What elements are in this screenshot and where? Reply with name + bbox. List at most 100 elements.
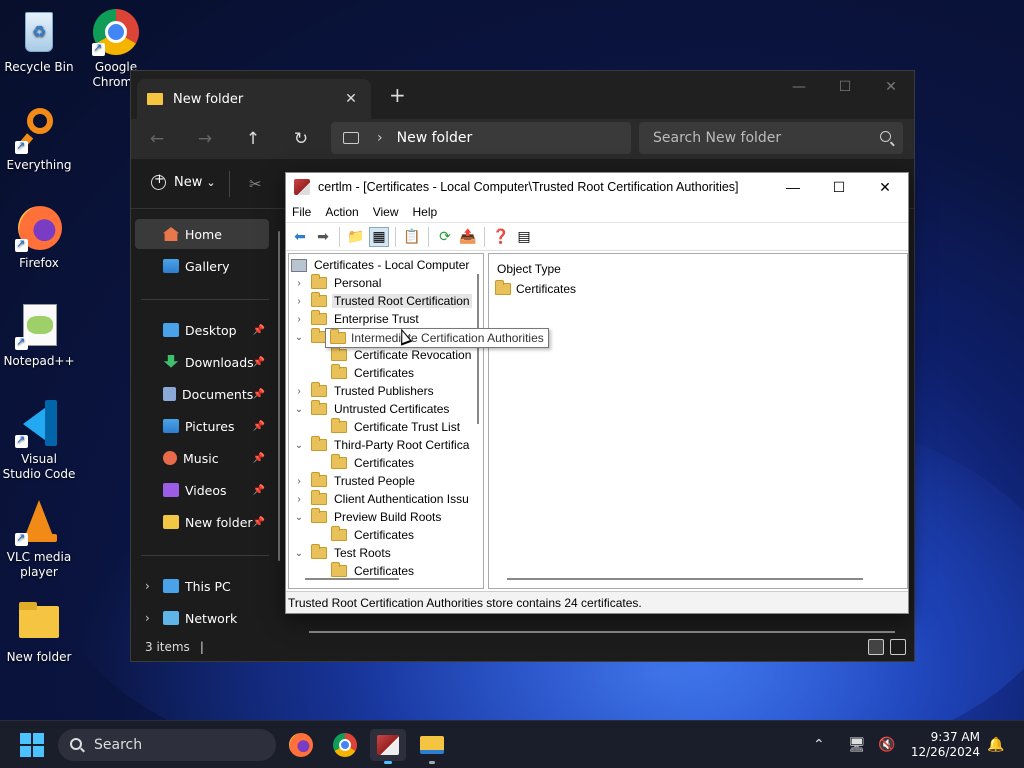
search-input[interactable]: Search New folder bbox=[639, 122, 903, 154]
sidebar-item-downloads[interactable]: Downloads 📌 bbox=[135, 347, 269, 377]
help-icon[interactable]: ❓ bbox=[491, 227, 511, 247]
pin-icon[interactable]: 📌 bbox=[253, 421, 265, 432]
sidebar-item-pictures[interactable]: Pictures 📌 bbox=[135, 411, 269, 441]
copy-icon[interactable]: 📋 bbox=[402, 227, 422, 247]
sidebar-item-gallery[interactable]: Gallery bbox=[135, 251, 269, 281]
maximize-button[interactable]: ☐ bbox=[822, 71, 868, 103]
chevron-up-icon[interactable]: ⌃ bbox=[807, 733, 831, 757]
chevron-right-icon[interactable]: › bbox=[293, 296, 305, 307]
chevron-right-icon[interactable]: › bbox=[293, 494, 305, 505]
chevron-right-icon[interactable]: › bbox=[293, 476, 305, 487]
tree-item[interactable]: › Trusted Publishers bbox=[293, 382, 436, 400]
menu-action[interactable]: Action bbox=[325, 205, 358, 219]
sidebar-item-desktop[interactable]: Desktop 📌 bbox=[135, 315, 269, 345]
desktop-icon-firefox[interactable]: Firefox bbox=[1, 204, 77, 271]
pin-icon[interactable]: 📌 bbox=[253, 485, 265, 496]
tree-item[interactable]: ⌄ Test Roots bbox=[293, 544, 393, 562]
desktop-icon-everything[interactable]: Everything bbox=[1, 106, 77, 173]
close-tab-icon[interactable]: ✕ bbox=[339, 91, 363, 107]
chevron-down-icon[interactable]: ⌄ bbox=[293, 404, 305, 415]
action-pane-icon[interactable]: ▤ bbox=[514, 227, 534, 247]
desktop-icon-vscode[interactable]: Visual Studio Code bbox=[1, 400, 77, 482]
tree-item[interactable]: › Trusted People bbox=[293, 472, 417, 490]
tree-item[interactable]: ⌄ Third-Party Root Certifica bbox=[293, 436, 471, 454]
chevron-right-icon[interactable]: › bbox=[293, 314, 305, 325]
forward-arrow-icon[interactable]: → bbox=[189, 127, 221, 151]
taskbar-certlm[interactable] bbox=[370, 729, 406, 764]
column-header-object-type[interactable]: Object Type bbox=[497, 262, 561, 276]
chevron-right-icon[interactable]: › bbox=[293, 386, 305, 397]
show-hide-tree-icon[interactable]: ▦ bbox=[369, 226, 389, 247]
tree-item[interactable]: Certificates bbox=[313, 364, 416, 382]
menu-view[interactable]: View bbox=[373, 205, 399, 219]
menu-file[interactable]: File bbox=[292, 205, 311, 219]
taskbar-file-explorer[interactable] bbox=[414, 729, 450, 764]
chevron-down-icon[interactable]: ⌄ bbox=[293, 548, 305, 559]
close-button[interactable]: ✕ bbox=[862, 173, 908, 201]
chevron-right-icon[interactable]: › bbox=[145, 579, 150, 593]
sidebar-item-videos[interactable]: Videos 📌 bbox=[135, 475, 269, 505]
tree-item[interactable]: › Client Authentication Issu bbox=[293, 490, 471, 508]
chevron-right-icon[interactable]: › bbox=[293, 278, 305, 289]
tree-vertical-scrollbar[interactable] bbox=[477, 274, 479, 424]
menu-help[interactable]: Help bbox=[413, 205, 438, 219]
minimize-button[interactable]: — bbox=[770, 173, 816, 201]
tree-item[interactable]: › Enterprise Trust bbox=[293, 310, 421, 328]
pin-icon[interactable]: 📌 bbox=[253, 325, 265, 336]
tree-root-local-computer[interactable]: Certificates - Local Computer bbox=[291, 256, 471, 274]
tree-item[interactable]: › Trusted Root Certification bbox=[293, 292, 472, 310]
export-list-icon[interactable]: 📤 bbox=[458, 227, 478, 247]
taskbar-search-input[interactable]: Search bbox=[58, 729, 276, 761]
up-folder-icon[interactable]: 📁 bbox=[346, 227, 366, 247]
tree-item[interactable]: Certificates bbox=[313, 526, 416, 544]
tree-item[interactable]: Certificate Trust List bbox=[313, 418, 462, 436]
clock[interactable]: 9:37 AM 12/26/2024 bbox=[911, 730, 980, 760]
pin-icon[interactable]: 📌 bbox=[253, 357, 265, 368]
address-bar[interactable]: › New folder bbox=[331, 122, 631, 154]
up-arrow-icon[interactable]: ↑ bbox=[237, 127, 269, 151]
chevron-right-icon[interactable]: › bbox=[145, 611, 150, 625]
taskbar-chrome[interactable] bbox=[327, 729, 363, 761]
refresh-icon[interactable]: ↻ bbox=[285, 127, 317, 151]
details-view-icon[interactable] bbox=[868, 639, 884, 655]
sidebar-item-new-folder[interactable]: New folder 📌 bbox=[135, 507, 269, 537]
sidebar-item-network[interactable]: › Network bbox=[135, 603, 269, 633]
taskbar-firefox[interactable] bbox=[283, 729, 319, 761]
tiles-view-icon[interactable] bbox=[890, 639, 906, 655]
forward-arrow-icon[interactable]: ➡ bbox=[313, 227, 333, 247]
back-arrow-icon[interactable]: ← bbox=[141, 127, 173, 151]
pin-icon[interactable]: 📌 bbox=[253, 389, 265, 400]
desktop-icon-new-folder[interactable]: New folder bbox=[1, 598, 77, 665]
tree-item[interactable]: ⌄ Preview Build Roots bbox=[293, 508, 443, 526]
sidebar-item-this-pc[interactable]: › This PC bbox=[135, 571, 269, 601]
volume-muted-icon[interactable]: 🔇 bbox=[875, 733, 899, 757]
desktop-icon-vlc[interactable]: VLC media player bbox=[1, 498, 77, 580]
minimize-button[interactable]: — bbox=[776, 71, 822, 103]
tree-item[interactable]: ⌄ Untrusted Certificates bbox=[293, 400, 451, 418]
windows-start-icon[interactable] bbox=[20, 733, 44, 757]
display-icon[interactable]: 🖥 bbox=[845, 733, 869, 757]
desktop-icon-recycle-bin[interactable]: ♻ Recycle Bin bbox=[1, 8, 77, 75]
close-button[interactable]: ✕ bbox=[868, 71, 914, 103]
sidebar-item-home[interactable]: Home bbox=[135, 219, 269, 249]
tree-item[interactable]: Certificate Revocation bbox=[313, 346, 473, 364]
tree-item[interactable]: › Personal bbox=[293, 274, 383, 292]
list-item[interactable]: Certificates bbox=[495, 280, 576, 296]
pin-icon[interactable]: 📌 bbox=[253, 517, 265, 528]
back-arrow-icon[interactable]: ⬅ bbox=[290, 227, 310, 247]
chevron-down-icon[interactable]: ⌄ bbox=[293, 512, 305, 523]
maximize-button[interactable]: ☐ bbox=[816, 173, 862, 201]
explorer-tab[interactable]: New folder ✕ bbox=[137, 79, 371, 119]
chevron-down-icon[interactable]: ⌄ bbox=[293, 440, 305, 451]
refresh-icon[interactable]: ⟳ bbox=[435, 227, 455, 247]
desktop-icon-notepad-plus-plus[interactable]: Notepad++ bbox=[1, 302, 77, 369]
tree-item[interactable]: Certificates bbox=[313, 454, 416, 472]
sidebar-scrollbar[interactable] bbox=[278, 231, 280, 561]
tree-horizontal-scrollbar[interactable] bbox=[305, 578, 399, 580]
sidebar-item-documents[interactable]: Documents 📌 bbox=[135, 379, 269, 409]
sidebar-item-music[interactable]: Music 📌 bbox=[135, 443, 269, 473]
chevron-down-icon[interactable]: ⌄ bbox=[293, 332, 305, 343]
cut-icon[interactable]: ✂ bbox=[249, 175, 262, 193]
new-tab-button[interactable]: + bbox=[389, 83, 406, 107]
pin-icon[interactable]: 📌 bbox=[253, 453, 265, 464]
